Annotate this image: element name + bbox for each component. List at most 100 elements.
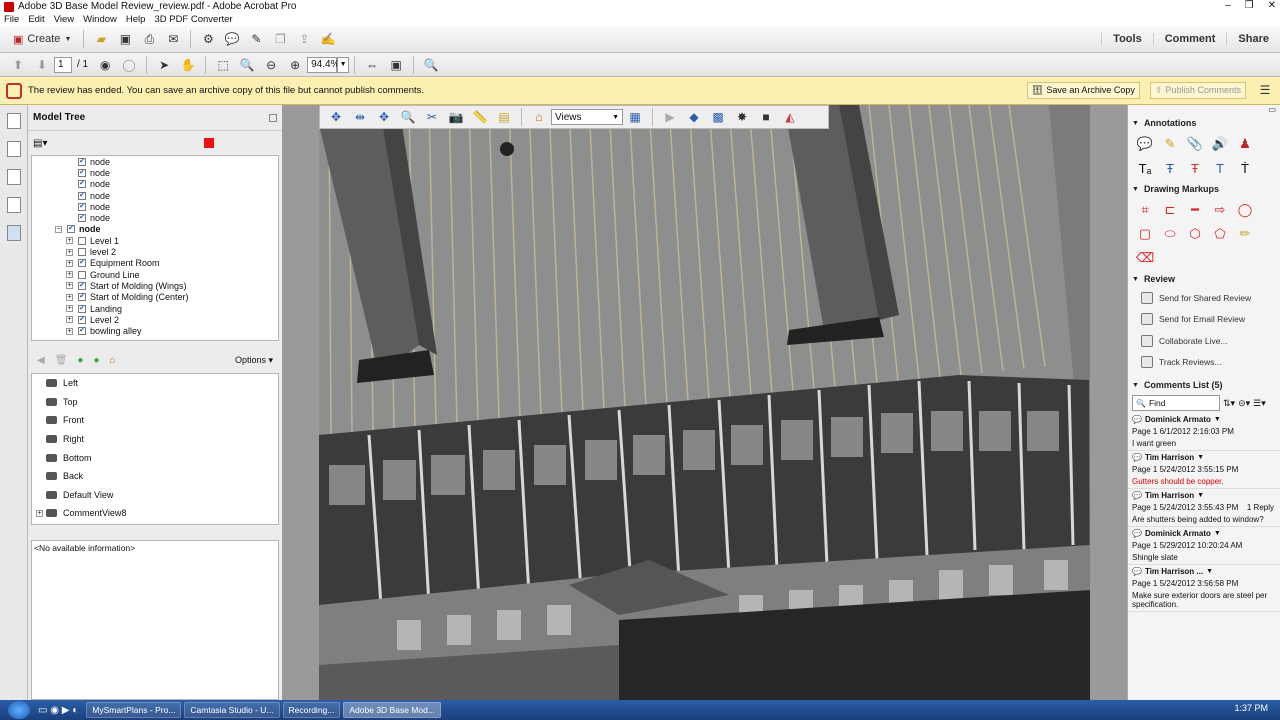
hand-tool-button[interactable]: ✋ — [179, 56, 197, 74]
options-icon[interactable]: ☰▾ — [1253, 398, 1266, 409]
tab-comment[interactable]: Comment — [1152, 33, 1227, 45]
chevron-down-icon[interactable]: ▼ — [1214, 530, 1221, 537]
views-dropdown[interactable]: Views ▼ — [551, 109, 623, 125]
visibility-checkbox[interactable]: ✔ — [78, 157, 86, 166]
attach-file-icon[interactable]: 📎 — [1186, 135, 1204, 153]
menu-help[interactable]: Help — [126, 14, 146, 25]
3d-model-viewer[interactable] — [319, 105, 1090, 700]
save-button[interactable]: ▣ — [116, 30, 134, 48]
expand-toggle[interactable]: + — [66, 282, 73, 290]
comment-item[interactable]: 💬 Tim Harrison ▼ Page 1 5/24/2012 3:55:43 P… — [1128, 489, 1280, 527]
tab-share[interactable]: Share — [1226, 33, 1280, 45]
collapse-pane-button[interactable] — [269, 114, 277, 122]
visibility-checkbox[interactable]: ✔ — [78, 327, 86, 336]
chevron-down-icon[interactable]: ▼ — [1206, 568, 1213, 575]
sign-button[interactable]: ✍ — [319, 30, 337, 48]
publish-comments-button[interactable]: ⇪ Publish Comments — [1149, 81, 1246, 99]
tab-tools[interactable]: Tools — [1101, 33, 1153, 45]
tree-node[interactable]: + ✔ Start of Molding (Center) — [32, 292, 278, 303]
expand-toggle[interactable]: + — [66, 316, 73, 324]
menu-edit[interactable]: Edit — [28, 14, 44, 25]
sticky-note-icon[interactable]: 💬 — [1136, 135, 1154, 153]
strikethrough-icon[interactable]: Ŧ — [1186, 159, 1204, 177]
render-mode-button[interactable]: ▩ — [709, 108, 727, 126]
taskbar-item[interactable]: Camtasia Studio - U... — [184, 702, 280, 718]
collaborate-live-item[interactable]: Collaborate Live... — [1128, 330, 1280, 352]
chevron-down-icon[interactable]: ▼ — [1214, 416, 1221, 423]
zoom-tool-button[interactable]: 🔍 — [238, 56, 256, 74]
visibility-checkbox[interactable]: ✔ — [78, 214, 86, 223]
menu-view[interactable]: View — [54, 14, 74, 25]
connected-lines-icon[interactable]: ⬠ — [1211, 225, 1229, 243]
fit-page-button[interactable]: ▣ — [387, 56, 405, 74]
highlight-text-icon[interactable]: ✎ — [1161, 135, 1179, 153]
expand-toggle[interactable]: + — [36, 509, 43, 517]
visibility-checkbox[interactable]: ✔ — [78, 168, 86, 177]
chevron-down-icon[interactable]: ▼ — [1197, 492, 1204, 499]
cloud-icon[interactable]: ⬭ — [1161, 225, 1179, 243]
background-color-button[interactable]: ■ — [757, 108, 775, 126]
comment-reply-count[interactable]: 1 Reply — [1247, 503, 1274, 512]
pane-options[interactable]: ▭ — [1128, 105, 1280, 115]
minimize-button[interactable]: – — [1225, 0, 1231, 11]
next-page-button[interactable]: ⬇ — [33, 56, 51, 74]
maximize-button[interactable]: ❐ — [1245, 0, 1254, 11]
play-animation-button[interactable]: ▶ — [661, 108, 679, 126]
tree-node[interactable]: + ✔ bowling alley — [32, 325, 278, 336]
measure-tool-button[interactable]: 📏 — [471, 108, 489, 126]
select-tool-button[interactable]: ➤ — [155, 56, 173, 74]
visibility-checkbox[interactable]: ✔ — [78, 293, 86, 302]
view-item[interactable]: Default View — [32, 486, 278, 505]
add-note-to-text-icon[interactable]: Ṫ — [1236, 159, 1254, 177]
tree-node[interactable]: ✔ node — [32, 167, 278, 178]
menu-window[interactable]: Window — [83, 14, 117, 25]
print-button[interactable]: ⎙ — [140, 30, 158, 48]
visibility-checkbox[interactable]: ✔ — [78, 259, 86, 268]
start-button[interactable] — [8, 701, 30, 719]
zoom-in-button[interactable]: ⊕ — [286, 56, 304, 74]
tree-node[interactable]: + Ground Line — [32, 269, 278, 280]
polygon-icon[interactable]: ⬡ — [1186, 225, 1204, 243]
tree-node[interactable]: + ✔ Equipment Room — [32, 258, 278, 269]
cross-section-button[interactable]: ◭ — [781, 108, 799, 126]
fit-width-button[interactable]: ⇔ — [363, 56, 381, 74]
chevron-down-icon[interactable]: ▼ — [1197, 454, 1204, 461]
taskbar-item[interactable]: MySmartPlans - Pro... — [86, 702, 182, 718]
expand-toggle[interactable]: + — [66, 327, 73, 335]
view-item[interactable]: Bottom — [32, 448, 278, 467]
home-icon[interactable]: ⌂ — [110, 355, 116, 366]
menu-3d-pdf-converter[interactable]: 3D PDF Converter — [154, 14, 232, 25]
attachments-icon[interactable] — [7, 169, 21, 185]
settings-button[interactable]: ⚙ — [199, 30, 217, 48]
visibility-checkbox[interactable]: ✔ — [78, 180, 86, 189]
zoom-3d-button[interactable]: 🔍 — [399, 108, 417, 126]
spin-tool-button[interactable]: ⇹ — [351, 108, 369, 126]
expand-toggle[interactable]: + — [66, 293, 73, 301]
drawing-markups-header[interactable]: ▼ Drawing Markups — [1128, 181, 1280, 197]
send-shared-review-item[interactable]: Send for Shared Review — [1128, 287, 1280, 309]
camera-icon[interactable]: ◀ — [37, 355, 45, 366]
find-input[interactable]: 🔍 Find — [1132, 395, 1220, 411]
page-number-input[interactable]: 1 — [54, 56, 72, 73]
view-item[interactable]: Front — [32, 411, 278, 430]
expand-toggle[interactable]: + — [66, 305, 73, 312]
tree-node[interactable]: ✔ node — [32, 156, 278, 167]
comment-button[interactable]: 💬 — [223, 30, 241, 48]
email-button[interactable]: ✉ — [164, 30, 182, 48]
comment-item[interactable]: 💬 Tim Harrison ▼ Page 1 5/24/2012 3:55:15 P… — [1128, 451, 1280, 489]
track-reviews-item[interactable]: Track Reviews... — [1128, 352, 1280, 374]
projection-button[interactable]: ◆ — [685, 108, 703, 126]
insert-text-icon[interactable]: Tₐ — [1136, 159, 1154, 177]
pencil-icon[interactable]: ✏ — [1236, 225, 1254, 243]
expand-toggle[interactable]: + — [66, 259, 73, 267]
annotations-header[interactable]: ▼ Annotations — [1128, 115, 1280, 131]
previous-page-button[interactable]: ⬆ — [9, 56, 27, 74]
arrow-icon[interactable]: ⇨ — [1211, 201, 1229, 219]
export-button[interactable]: ⇪ — [295, 30, 313, 48]
comment-item[interactable]: 💬 Dominick Armato ▼ Page 1 6/1/2012 2:16:03… — [1128, 413, 1280, 451]
tree-node[interactable]: ✔ node — [32, 190, 278, 201]
options-dropdown[interactable]: Options ▾ — [235, 355, 273, 366]
view-item[interactable]: Left — [32, 374, 278, 393]
rotate-tool-button[interactable]: ✥ — [327, 108, 345, 126]
zoom-out-button[interactable]: ⊖ — [262, 56, 280, 74]
